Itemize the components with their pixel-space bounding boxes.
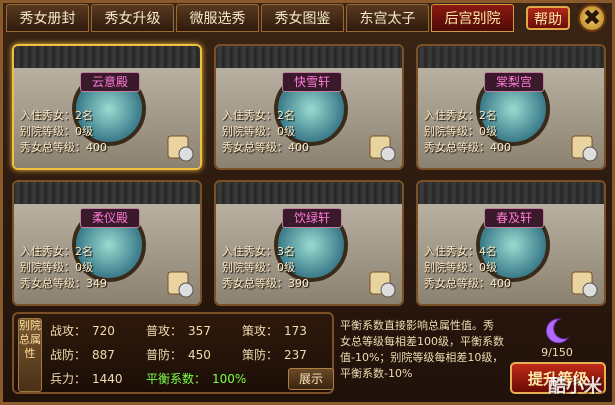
villa-total-level: 秀女总等级：390 [222, 277, 309, 290]
tab-xiunv-shengji[interactable]: 秀女升级 [91, 4, 174, 32]
villa-name: 棠梨宫 [484, 72, 544, 92]
villa-residents: 入住秀女：4名 [424, 245, 497, 258]
villa-card[interactable]: 云意殿 入住秀女：2名 别院等级：0级 秀女总等级：400 [12, 44, 202, 170]
scroll-icon [369, 271, 396, 298]
tab-xiunv-tujian[interactable]: 秀女图鉴 [261, 4, 344, 32]
panel-vertical-label: 别院总属性 [18, 318, 42, 392]
villa-card[interactable]: 快雪轩 入住秀女：2名 别院等级：0级 秀女总等级：400 [214, 44, 404, 170]
villa-level: 别院等级：0级 [424, 125, 497, 138]
stat-cefang: 策防： 237 [242, 348, 307, 362]
villa-total-level: 秀女总等级：400 [424, 141, 511, 154]
villa-card[interactable]: 饮绿轩 入住秀女：3名 别院等级：0级 秀女总等级：390 [214, 180, 404, 306]
villa-info: 入住秀女：2名 别院等级：0级 秀女总等级：400 [424, 108, 511, 156]
villa-card[interactable]: 柔仪殿 入住秀女：2名 别院等级：0级 秀女总等级：349 [12, 180, 202, 306]
villa-name: 云意殿 [80, 72, 140, 92]
help-button[interactable]: 帮助 [526, 6, 570, 30]
villa-total-level: 秀女总等级：400 [20, 141, 107, 154]
total-attributes-panel: 别院总属性 战攻： 720 普攻： 357 策攻： 173 战防： 887 普防： 450… [12, 312, 334, 394]
villa-residents: 入住秀女：2名 [222, 109, 295, 122]
villa-level: 别院等级：0级 [222, 261, 295, 274]
scroll-icon [167, 135, 194, 162]
scroll-icon [571, 271, 598, 298]
moon-count: 9/150 [541, 346, 573, 359]
stat-zhanfang: 战防： 887 [50, 348, 115, 362]
villa-total-level: 秀女总等级：400 [222, 141, 309, 154]
stat-pufang: 普防： 450 [146, 348, 211, 362]
villa-name: 快雪轩 [282, 72, 342, 92]
tab-donggong-taizi[interactable]: 东宫太子 [346, 4, 429, 32]
stat-balance: 平衡系数： 100% [146, 372, 247, 386]
villa-info: 入住秀女：2名 别院等级：0级 秀女总等级：400 [222, 108, 309, 156]
villa-residents: 入住秀女：2名 [424, 109, 497, 122]
tab-weifu-xuanxiu[interactable]: 微服选秀 [176, 4, 259, 32]
stat-bingli: 兵力： 1440 [50, 372, 123, 386]
villa-card[interactable]: 春及轩 入住秀女：4名 别院等级：0级 秀女总等级：400 [416, 180, 606, 306]
villa-level: 别院等级：0级 [222, 125, 295, 138]
villa-info: 入住秀女：2名 别院等级：0级 秀女总等级：349 [20, 244, 107, 292]
villa-level: 别院等级：0级 [424, 261, 497, 274]
stat-pugong: 普攻： 357 [146, 324, 211, 338]
balance-description: 平衡系数直接影响总属性值。秀女总等级每相差100级，平衡系数值-10%；别院等级… [340, 319, 504, 380]
villa-total-level: 秀女总等级：400 [424, 277, 511, 290]
tab-xiunv-cefeng[interactable]: 秀女册封 [6, 4, 89, 32]
scroll-icon [167, 271, 194, 298]
moon-icon [545, 318, 570, 344]
show-button[interactable]: 展示 [288, 368, 334, 390]
villa-name: 饮绿轩 [282, 208, 342, 228]
villa-grid: 云意殿 入住秀女：2名 别院等级：0级 秀女总等级：400 快雪轩 入住秀女：2… [12, 44, 606, 306]
tab-bar: 秀女册封 秀女升级 微服选秀 秀女图鉴 东宫太子 后宫别院 [6, 4, 514, 32]
stat-cegong: 策攻： 173 [242, 324, 307, 338]
villa-info: 入住秀女：4名 别院等级：0级 秀女总等级：400 [424, 244, 511, 292]
scroll-icon [571, 135, 598, 162]
villa-info: 入住秀女：2名 别院等级：0级 秀女总等级：400 [20, 108, 107, 156]
villa-card[interactable]: 棠梨宫 入住秀女：2名 别院等级：0级 秀女总等级：400 [416, 44, 606, 170]
villa-residents: 入住秀女：2名 [20, 109, 93, 122]
villa-info: 入住秀女：3名 别院等级：0级 秀女总等级：390 [222, 244, 309, 292]
close-button[interactable]: ✖ [578, 4, 606, 32]
stat-zhangong: 战攻： 720 [50, 324, 115, 338]
villa-name: 柔仪殿 [80, 208, 140, 228]
villa-name: 春及轩 [484, 208, 544, 228]
villa-total-level: 秀女总等级：349 [20, 277, 107, 290]
scroll-icon [369, 135, 396, 162]
tab-hougong-bieyuan[interactable]: 后宫别院 [431, 4, 514, 32]
villa-residents: 入住秀女：3名 [222, 245, 295, 258]
villa-level: 别院等级：0级 [20, 261, 93, 274]
watermark: 酷小米 [548, 376, 602, 397]
villa-level: 别院等级：0级 [20, 125, 93, 138]
villa-residents: 入住秀女：2名 [20, 245, 93, 258]
